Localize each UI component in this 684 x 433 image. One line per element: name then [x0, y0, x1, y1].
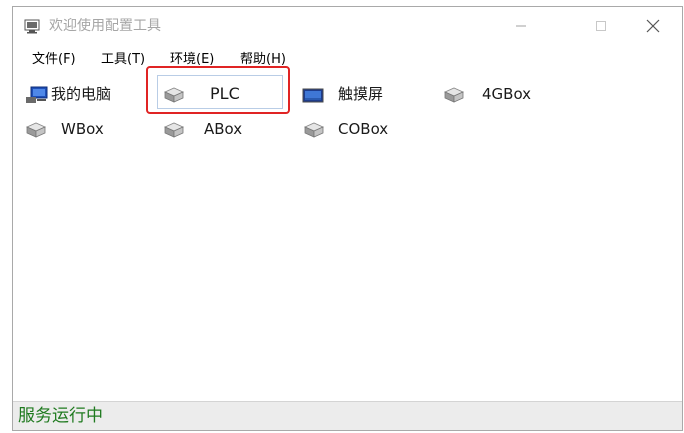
item-wbox[interactable]: WBox — [23, 112, 123, 146]
item-my-computer[interactable]: 我的电脑 — [23, 77, 133, 111]
item-touchscreen[interactable]: 触摸屏 — [299, 77, 399, 111]
item-label: 我的电脑 — [51, 85, 112, 103]
menu-tools[interactable]: 工具(T) — [101, 51, 145, 69]
config-tool-window: 欢迎使用配置工具 文件(F) 工具(T) 环境(E) 帮助(H) 我的电脑 PL… — [12, 6, 683, 431]
minimize-icon — [516, 25, 526, 27]
menu-file[interactable]: 文件(F) — [32, 51, 76, 69]
status-bar: 服务运行中 — [13, 401, 682, 430]
item-label: 触摸屏 — [338, 85, 384, 103]
touchscreen-icon — [302, 88, 324, 103]
maximize-icon — [596, 21, 606, 31]
item-row-2: WBox ABox COBox — [13, 112, 682, 146]
item-label: WBox — [61, 120, 104, 138]
title-bar: 欢迎使用配置工具 — [13, 7, 682, 45]
item-cobox[interactable]: COBox — [301, 112, 411, 146]
item-label: PLC — [210, 84, 240, 103]
item-label: 4GBox — [482, 85, 532, 103]
close-button[interactable] — [630, 7, 676, 45]
service-status-text: 服务运行中 — [18, 406, 103, 426]
window-title: 欢迎使用配置工具 — [49, 18, 161, 34]
device-icon — [164, 122, 184, 138]
item-4gbox[interactable]: 4GBox — [439, 77, 549, 111]
device-icon — [444, 87, 464, 103]
item-plc[interactable]: PLC — [159, 77, 281, 111]
item-label: ABox — [204, 120, 243, 138]
close-icon — [646, 19, 660, 33]
item-abox[interactable]: ABox — [161, 112, 261, 146]
item-label: COBox — [338, 120, 389, 138]
device-icon — [26, 122, 46, 138]
maximize-button[interactable] — [578, 7, 624, 45]
computer-icon — [26, 86, 48, 103]
device-icon — [304, 122, 324, 138]
menu-bar: 文件(F) 工具(T) 环境(E) 帮助(H) — [13, 45, 682, 75]
item-row-1: 我的电脑 PLC 触摸屏 4GBox — [13, 77, 682, 111]
minimize-button[interactable] — [498, 7, 544, 45]
device-icon — [164, 87, 184, 103]
app-icon — [24, 19, 40, 34]
